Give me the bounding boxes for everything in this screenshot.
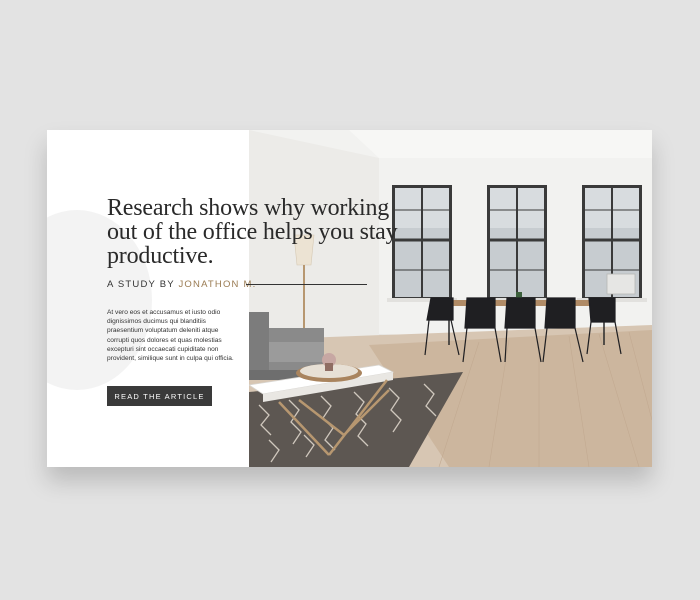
text-panel	[47, 130, 249, 467]
headline: Research shows why working out of the of…	[107, 195, 398, 269]
byline-prefix: A STUDY BY	[107, 279, 175, 290]
byline: A STUDY BY JONATHON M.	[107, 279, 256, 290]
hero-card: Research shows why working out of the of…	[47, 130, 652, 467]
byline-author[interactable]: JONATHON M.	[178, 279, 256, 290]
byline-divider	[246, 284, 367, 285]
body-text: At vero eos et accusamus et iusto odio d…	[107, 309, 234, 363]
interior-photo	[249, 130, 652, 467]
read-article-button[interactable]: READ THE ARTICLE	[107, 386, 212, 406]
